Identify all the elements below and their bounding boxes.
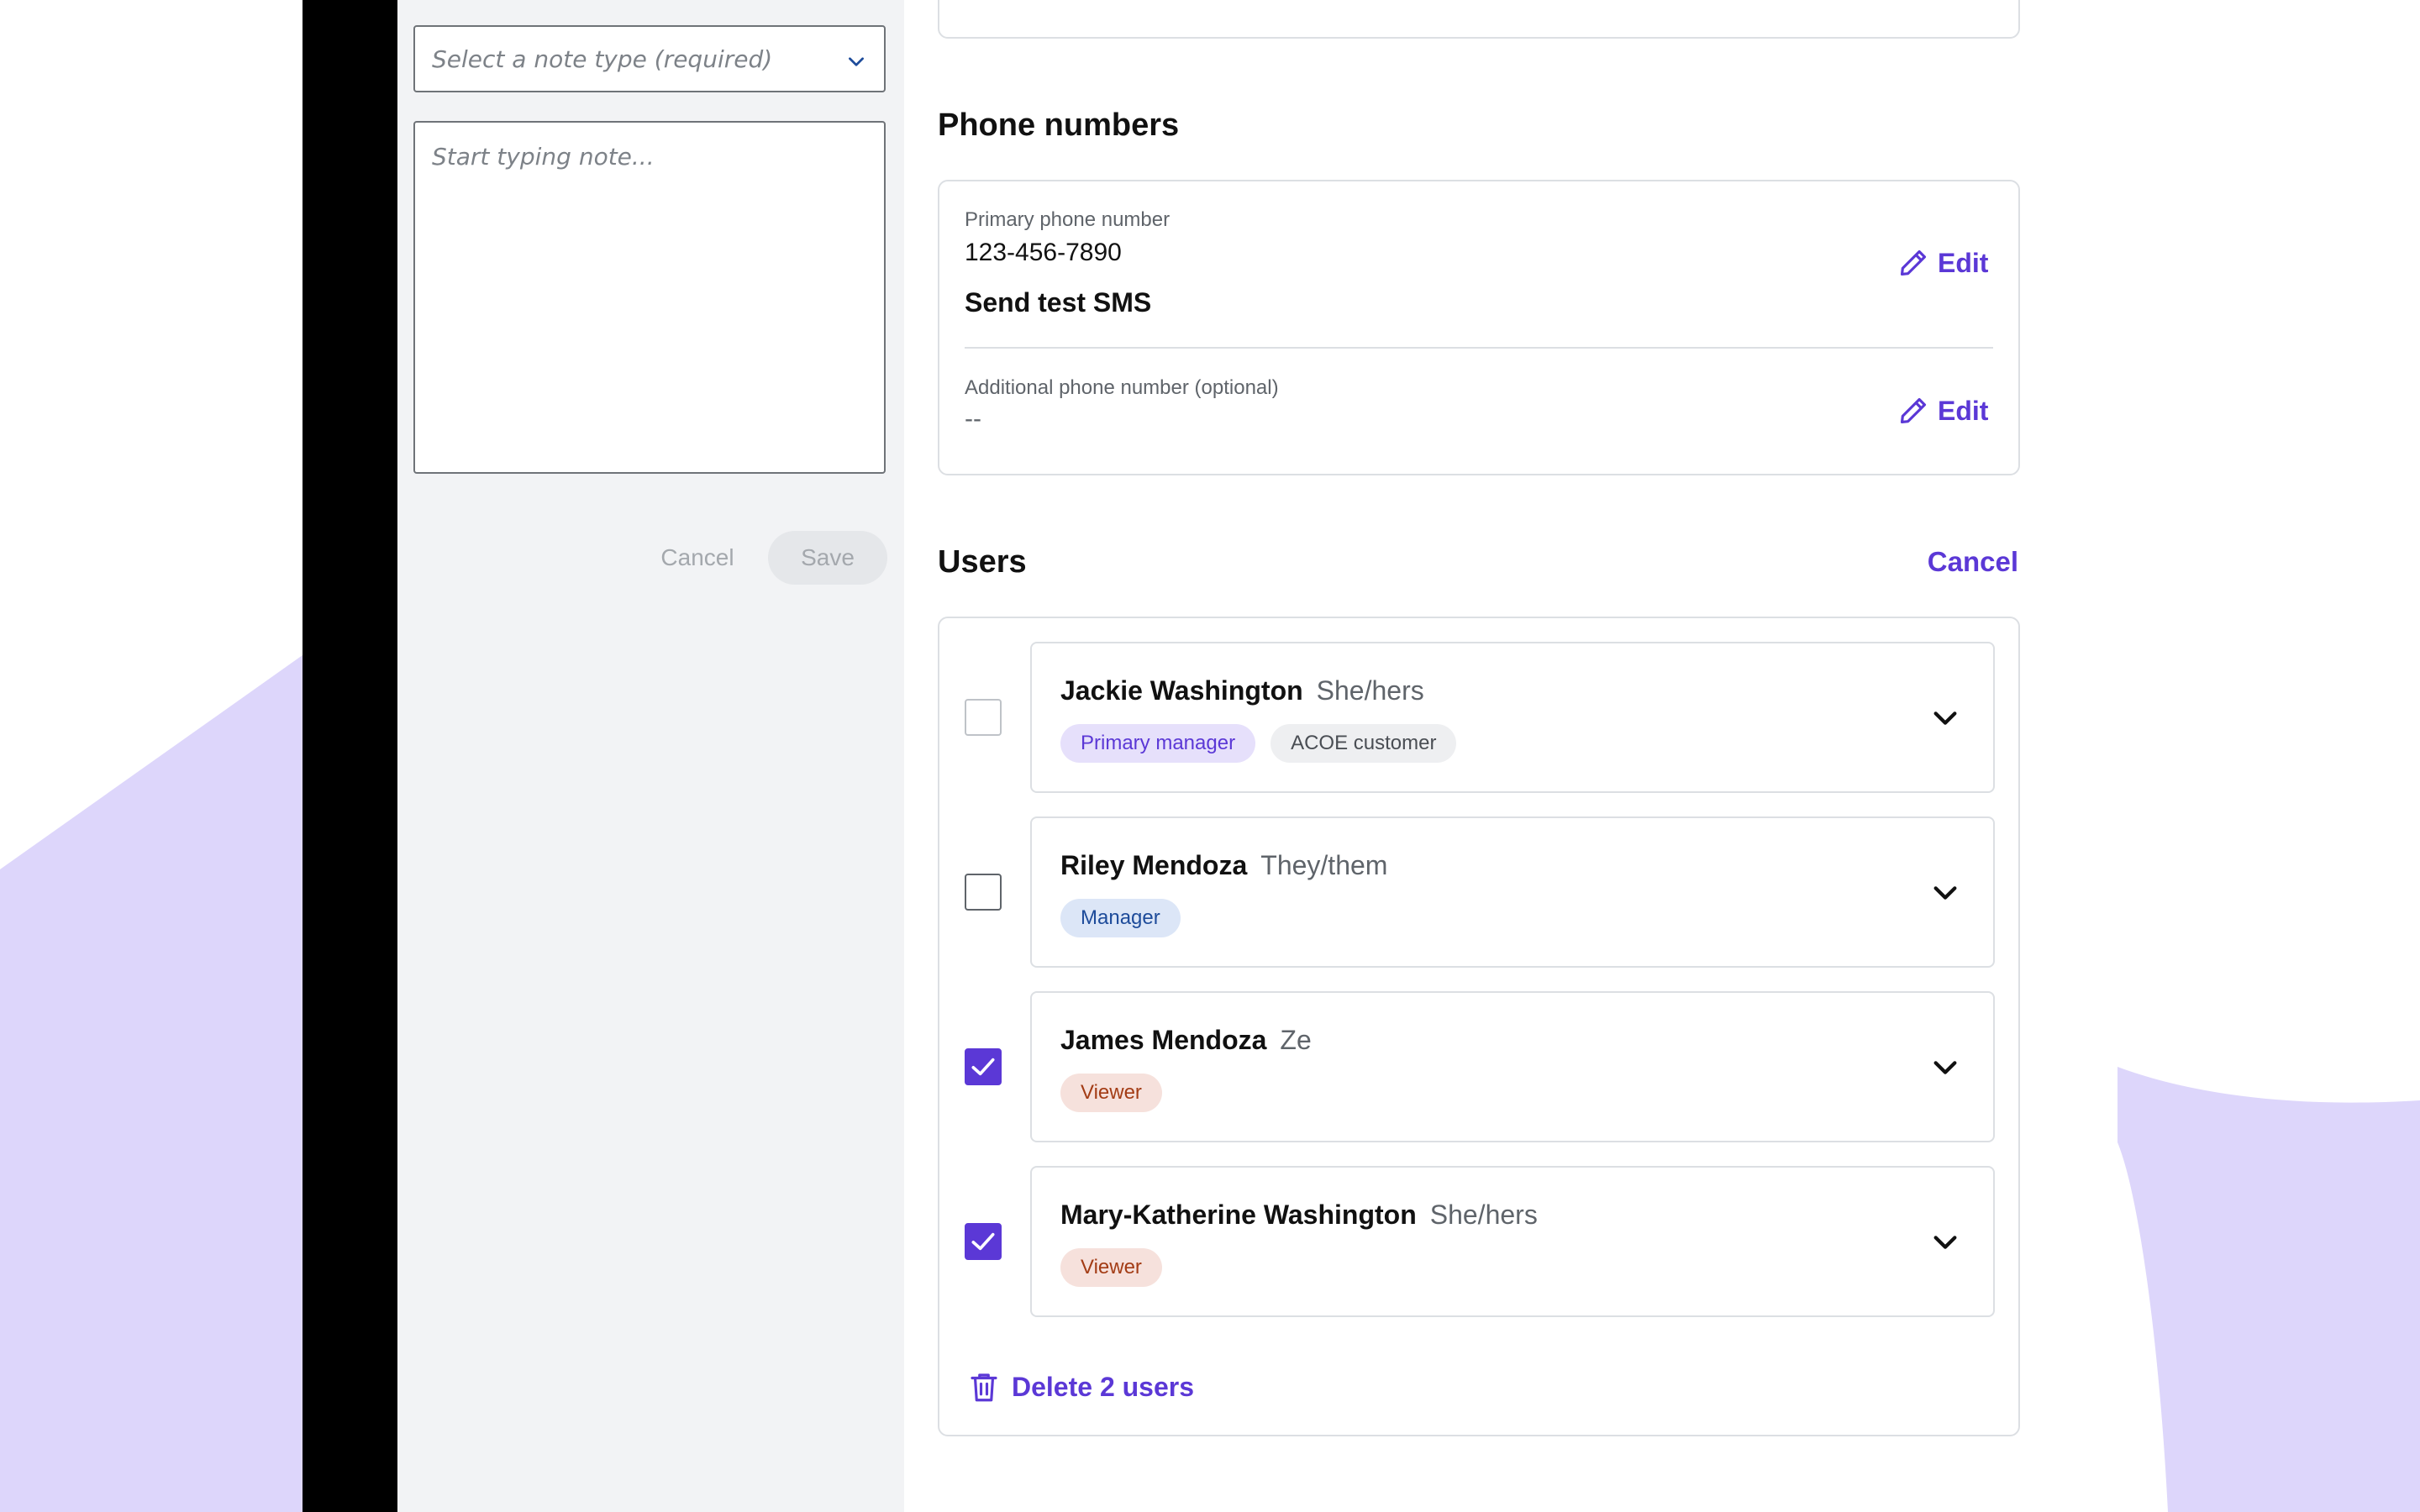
badge-row: Manager	[1060, 899, 1181, 937]
delete-users-button[interactable]: Delete 2 users	[966, 1369, 1194, 1404]
send-test-sms-link[interactable]: Send test SMS	[965, 287, 1151, 318]
user-pronouns: They/them	[1260, 850, 1388, 880]
phone-numbers-title: Phone numbers	[938, 108, 1180, 143]
user-checkbox[interactable]	[965, 1048, 1002, 1085]
user-name: Riley Mendoza	[1060, 850, 1248, 880]
user-pronouns: Ze	[1280, 1025, 1312, 1055]
note-textarea[interactable]: Start typing note...	[413, 121, 886, 474]
chevron-down-icon[interactable]	[1931, 707, 1960, 729]
role-badge: Viewer	[1060, 1074, 1162, 1112]
user-pronouns: She/hers	[1316, 675, 1424, 706]
delete-users-label: Delete 2 users	[1012, 1371, 1195, 1402]
users-title: Users	[938, 544, 1027, 580]
previous-section-card	[938, 0, 2020, 39]
phone-divider	[965, 347, 1993, 349]
user-card[interactable]: James Mendoza Ze Viewer	[1030, 991, 1995, 1142]
user-name: Mary-Katherine Washington	[1060, 1200, 1417, 1230]
left-dark-bar	[302, 0, 397, 1512]
note-placeholder: Start typing note...	[432, 143, 655, 171]
edit-label: Edit	[1938, 395, 1989, 426]
user-checkbox[interactable]	[965, 874, 1002, 911]
trash-icon	[971, 1373, 997, 1402]
user-name-row: Jackie Washington She/hers	[1060, 675, 1424, 706]
pencil-icon	[1900, 397, 1927, 424]
user-name-row: James Mendoza Ze	[1060, 1025, 1312, 1056]
pencil-icon	[1900, 249, 1927, 276]
primary-phone-label: Primary phone number	[965, 208, 1171, 231]
badge-row: Viewer	[1060, 1248, 1162, 1287]
user-card[interactable]: Jackie Washington She/hers Primary manage…	[1030, 642, 1995, 793]
edit-primary-phone-button[interactable]: Edit	[1897, 247, 1988, 279]
note-type-placeholder: Select a note type (required)	[432, 45, 773, 73]
badge-row: Viewer	[1060, 1074, 1162, 1112]
notes-save-button[interactable]: Save	[768, 531, 887, 585]
additional-phone-value: --	[965, 405, 981, 433]
edit-additional-phone-button[interactable]: Edit	[1897, 395, 1988, 427]
badge-row: Primary manager ACOE customer	[1060, 724, 1457, 763]
checkmark-icon	[971, 1232, 995, 1251]
user-name-row: Riley Mendoza They/them	[1060, 850, 1387, 881]
user-name-row: Mary-Katherine Washington She/hers	[1060, 1200, 1538, 1231]
role-badge: Viewer	[1060, 1248, 1162, 1287]
additional-phone-label: Additional phone number (optional)	[965, 376, 1279, 399]
primary-phone-value: 123-456-7890	[965, 239, 1122, 266]
chevron-down-icon[interactable]	[1931, 1057, 1960, 1079]
user-checkbox[interactable]	[965, 699, 1002, 736]
role-badge: Primary manager	[1060, 724, 1256, 763]
role-badge: Manager	[1060, 899, 1181, 937]
chevron-down-icon	[849, 57, 864, 66]
user-card[interactable]: Mary-Katherine Washington She/hers Viewer	[1030, 1166, 1995, 1317]
user-name: Jackie Washington	[1060, 675, 1303, 706]
notes-cancel-button[interactable]: Cancel	[647, 531, 748, 585]
user-pronouns: She/hers	[1429, 1200, 1538, 1230]
chevron-down-icon[interactable]	[1931, 882, 1960, 904]
note-type-select[interactable]: Select a note type (required)	[413, 25, 886, 92]
users-cancel-button[interactable]: Cancel	[1928, 546, 2018, 578]
user-checkbox[interactable]	[965, 1223, 1002, 1260]
user-card[interactable]: Riley Mendoza They/them Manager	[1030, 816, 1995, 968]
chevron-down-icon[interactable]	[1931, 1231, 1960, 1253]
role-badge: ACOE customer	[1270, 724, 1457, 763]
checkmark-icon	[971, 1058, 995, 1076]
user-name: James Mendoza	[1060, 1025, 1267, 1055]
edit-label: Edit	[1938, 247, 1989, 278]
